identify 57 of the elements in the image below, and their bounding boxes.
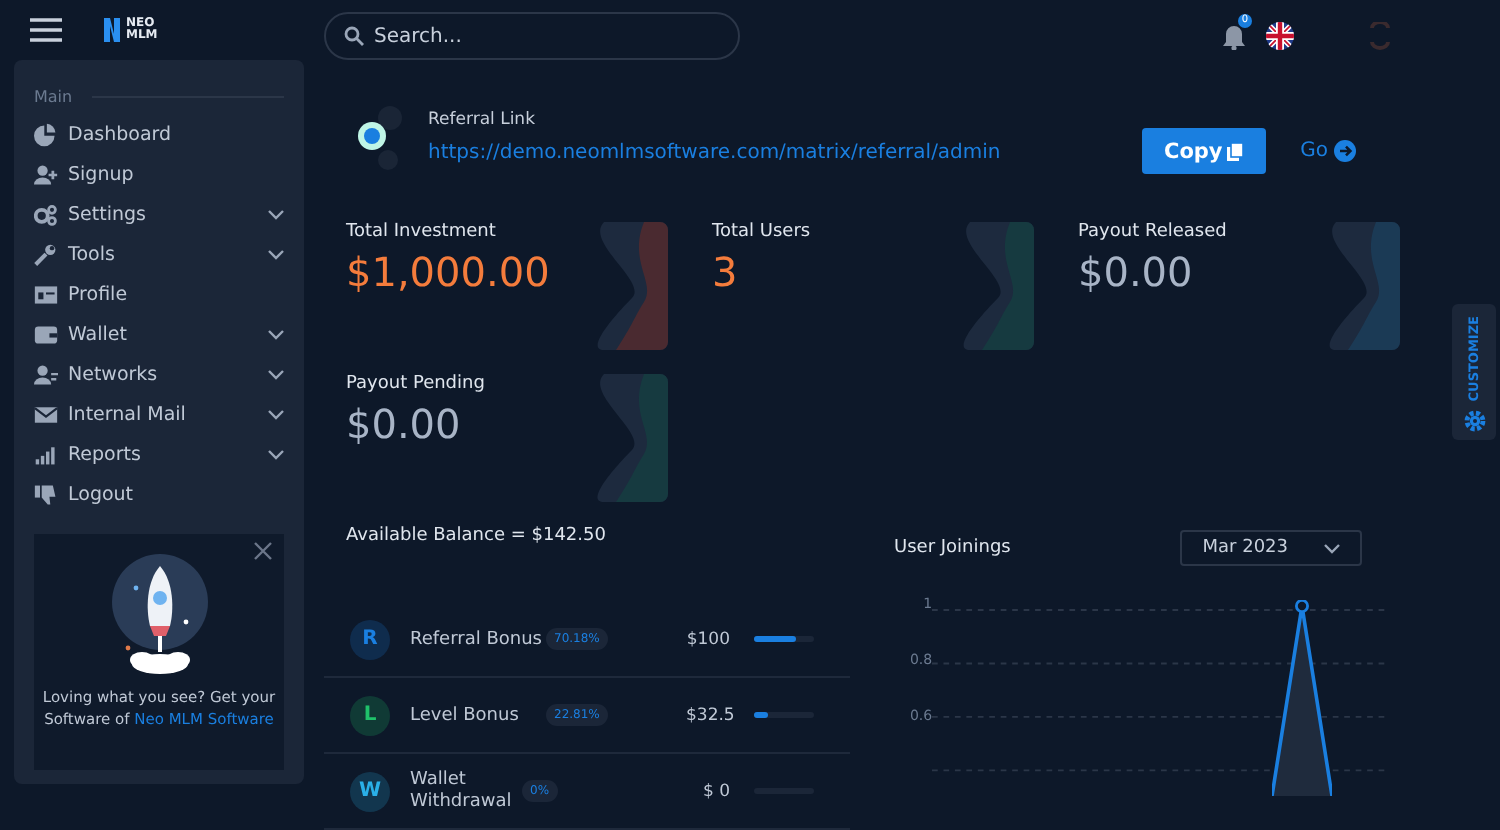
nav-item[interactable]: Internal Mail	[34, 394, 284, 434]
menu-icon[interactable]	[30, 18, 62, 42]
nav-item[interactable]: Reports	[34, 434, 284, 474]
copy-icon	[1226, 141, 1245, 162]
link-dots-icon	[356, 101, 408, 174]
wallet-icon	[34, 321, 58, 347]
referral-link[interactable]: https://demo.neomlmsoftware.com/matrix/referral/admin	[428, 142, 1001, 165]
close-icon[interactable]	[254, 542, 272, 560]
gear-icon	[1463, 410, 1485, 432]
nav-item[interactable]: Dashboard	[34, 114, 284, 154]
stat-value: $0.00	[1078, 248, 1195, 296]
search-icon	[344, 26, 364, 47]
chart-title: User Joinings	[894, 538, 1011, 558]
bell-icon[interactable]	[1222, 23, 1246, 50]
pie-chart-icon	[34, 121, 58, 147]
letter-avatar: R	[350, 619, 390, 659]
bonus-amount: $32.5	[686, 705, 730, 725]
referral-title: Referral Link	[428, 110, 537, 131]
stat-value: $0.00	[346, 400, 463, 448]
user-icon	[34, 361, 58, 387]
gears-icon	[34, 201, 58, 227]
balance-title: Available Balance = $142.50	[344, 524, 608, 550]
nav-item[interactable]: Wallet	[34, 314, 284, 354]
letter-avatar: L	[350, 695, 390, 735]
bonus-amount: $100	[686, 629, 730, 649]
search-field[interactable]: Search...	[324, 12, 740, 61]
logo-mark-icon	[102, 16, 122, 44]
stat-value: 3	[712, 248, 740, 296]
bonus-name: Wallet Withdrawal	[410, 769, 514, 813]
nav-item[interactable]: Settings	[34, 194, 284, 234]
nav-item[interactable]: Networks	[34, 354, 284, 394]
go-link[interactable]: Go	[1300, 140, 1356, 163]
nav-item[interactable]: Profile	[34, 274, 284, 314]
envelope-icon	[34, 401, 58, 427]
user-plus-icon	[34, 161, 58, 187]
nav-item[interactable]: Logout	[34, 474, 284, 514]
stat-label: Total Users	[712, 222, 811, 242]
stat-label: Payout Pending	[346, 374, 485, 394]
signal-bars-icon	[34, 441, 58, 467]
flag-icon[interactable]	[1266, 22, 1294, 51]
letter-avatar: W	[350, 771, 390, 811]
id-card-icon	[34, 281, 58, 307]
copy-button[interactable]: Copy	[1142, 128, 1267, 175]
month-select[interactable]: Mar 2023	[1180, 530, 1362, 566]
nav-item[interactable]: Signup	[34, 154, 284, 194]
stat-value: $1,000.00	[346, 248, 550, 296]
stat-label: Total Investment	[346, 222, 498, 242]
thumbs-down-icon	[34, 481, 58, 507]
nav-item[interactable]: Tools	[34, 234, 284, 274]
chevron-down-icon	[1324, 543, 1340, 553]
bonus-name: Referral Bonus	[410, 629, 538, 649]
bonus-name: Level Bonus	[410, 705, 521, 725]
bonus-amount: $ 0	[700, 781, 730, 801]
arrow-circle-icon	[1334, 140, 1356, 163]
section-label: Main	[34, 88, 73, 106]
wrench-icon	[34, 241, 58, 267]
stat-label: Payout Released	[1078, 222, 1227, 242]
